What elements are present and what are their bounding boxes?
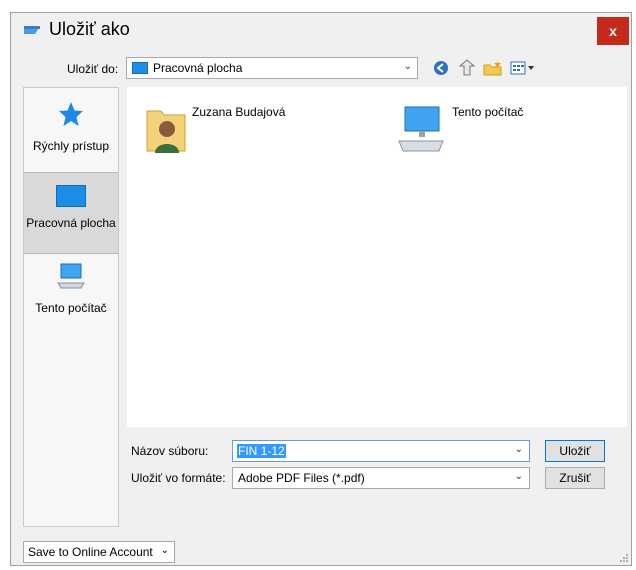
views-menu-icon[interactable] [508, 57, 538, 79]
sidebar-item-label: Pracovná plocha [26, 216, 116, 230]
desktop-icon [56, 185, 86, 207]
user-folder-icon [146, 110, 186, 153]
filename-label: Názov súboru: [131, 444, 209, 458]
chevron-down-icon[interactable]: ⌄ [515, 444, 523, 455]
app-icon [24, 26, 40, 34]
sidebar-item-quick-access[interactable]: Rýchly prístup [24, 94, 118, 174]
online-account-dropdown[interactable]: Save to Online Account ⌄ [23, 541, 175, 563]
list-item-label: Tento počítač [452, 105, 524, 119]
online-account-label: Save to Online Account [28, 545, 153, 559]
back-icon[interactable] [431, 57, 451, 79]
save-in-value: Pracovná plocha [153, 61, 243, 75]
computer-icon [398, 106, 444, 152]
title-bar: Uložiť ako x [11, 13, 631, 47]
resize-grip-icon[interactable] [619, 553, 629, 563]
sidebar-item-this-pc[interactable]: Tento počítač [24, 254, 118, 324]
places-bar: Rýchly prístup Pracovná plocha Tento poč… [23, 87, 119, 527]
filename-value[interactable]: FIN 1-12 [237, 444, 286, 458]
close-button[interactable]: x [597, 17, 629, 45]
up-folder-icon[interactable] [457, 57, 477, 79]
computer-icon [57, 263, 85, 289]
format-dropdown[interactable]: Adobe PDF Files (*.pdf) ⌄ [232, 467, 530, 489]
chevron-down-icon[interactable]: ⌄ [404, 61, 412, 72]
filename-field[interactable]: FIN 1-12 ⌄ [232, 440, 530, 462]
save-in-dropdown[interactable]: Pracovná plocha ⌄ [126, 57, 418, 79]
cancel-button[interactable]: Zrušiť [545, 467, 605, 489]
save-button[interactable]: Uložiť [545, 440, 605, 462]
sidebar-item-desktop[interactable]: Pracovná plocha [24, 172, 118, 254]
list-item[interactable]: Zuzana Budajová [145, 103, 315, 163]
sidebar-item-label: Rýchly prístup [32, 139, 110, 153]
sidebar-item-label: Tento počítač [35, 301, 107, 315]
new-folder-icon[interactable] [482, 57, 504, 79]
list-item-label: Zuzana Budajová [192, 105, 286, 119]
save-as-dialog: Uložiť ako x Uložiť do: Pracovná plocha … [10, 12, 632, 566]
chevron-down-icon[interactable]: ⌄ [161, 545, 169, 556]
close-icon[interactable]: x [609, 23, 617, 39]
format-value: Adobe PDF Files (*.pdf) [238, 471, 365, 485]
star-icon [59, 102, 83, 126]
window-title: Uložiť ako [49, 19, 130, 39]
chevron-down-icon[interactable]: ⌄ [515, 471, 523, 482]
save-in-label: Uložiť do: [67, 62, 119, 76]
file-list: Zuzana Budajová Tento počítač [127, 87, 627, 427]
list-item[interactable]: Tento počítač [395, 103, 565, 163]
desktop-folder-icon [132, 62, 148, 74]
format-label: Uložiť vo formáte: [131, 471, 226, 485]
